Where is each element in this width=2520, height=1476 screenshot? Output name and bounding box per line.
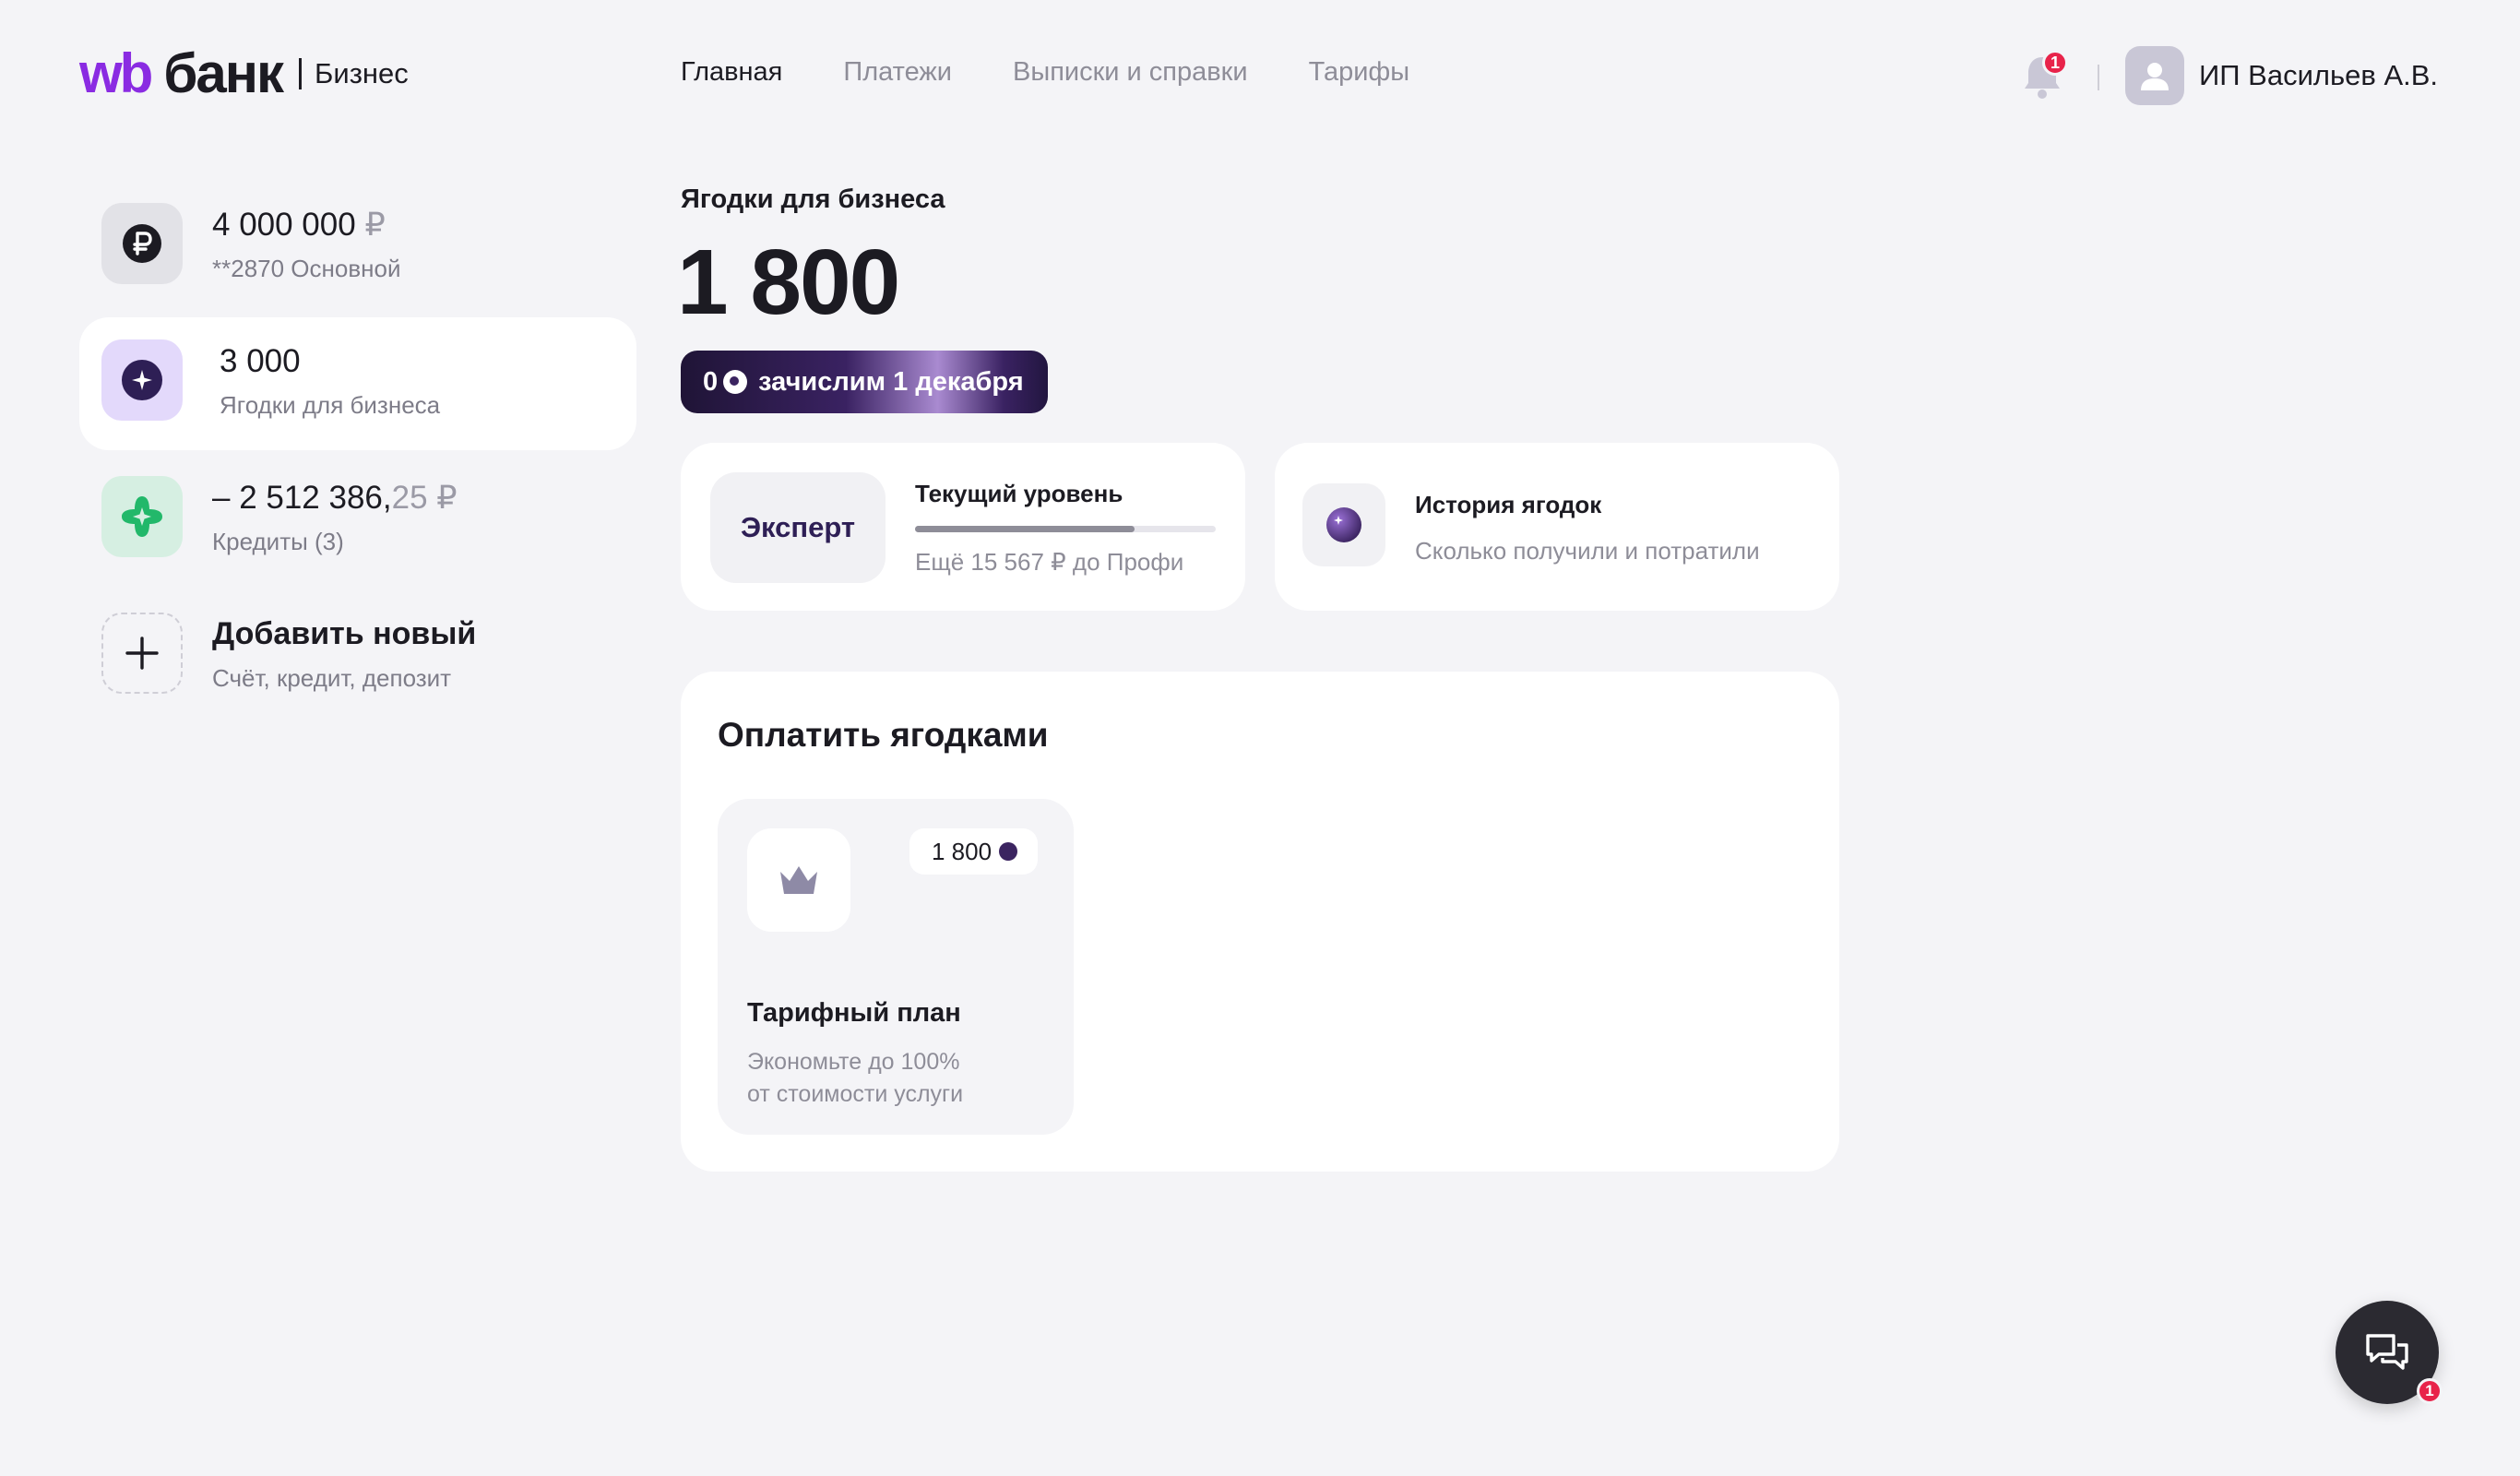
header-divider	[2098, 65, 2099, 90]
level-title: Текущий уровень	[915, 480, 1123, 507]
tile-price: 1 800	[909, 828, 1039, 875]
account-subtitle: Кредиты (3)	[212, 528, 344, 555]
user-icon	[2141, 63, 2169, 90]
avatar[interactable]	[2125, 46, 2184, 105]
logo-divider	[299, 58, 303, 89]
account-amount: – 2 512 386,25 ₽	[212, 480, 458, 516]
chat-badge: 1	[2417, 1378, 2443, 1404]
logo-business-label: Бизнес	[315, 57, 409, 89]
pay-with-berries-card: Оплатить ягодками 1 800 Тарифный план Эк…	[681, 672, 1839, 1172]
section-label: Ягодки для бизнеса	[681, 184, 945, 214]
level-card[interactable]: Эксперт Текущий уровень Ещё 15 567 ₽ до …	[681, 443, 1245, 611]
tile-title: Тарифный план	[747, 998, 961, 1028]
chat-icon	[2366, 1334, 2408, 1370]
tile-subtitle: Экономьте до 100% от стоимости услуги	[747, 1049, 964, 1107]
add-new-account[interactable]: Добавить новый Счёт, кредит, депозит	[79, 590, 636, 723]
berry-icon	[723, 370, 748, 394]
berry-icon	[101, 339, 183, 421]
credit-icon	[101, 476, 183, 557]
berry-icon	[999, 842, 1018, 861]
account-berries[interactable]: 3 000 Ягодки для бизнеса	[79, 317, 636, 450]
nav-item-tariffs[interactable]: Тарифы	[1309, 57, 1410, 88]
account-subtitle: **2870 Основной	[212, 255, 401, 282]
berry-icon	[1302, 483, 1385, 566]
crown-icon	[747, 828, 850, 932]
pay-title: Оплатить ягодками	[718, 716, 1049, 754]
plus-icon	[101, 613, 183, 694]
berry-balance: 1 800	[677, 231, 900, 334]
nav-item-statements[interactable]: Выписки и справки	[1013, 57, 1248, 88]
tariff-plan-tile[interactable]: 1 800 Тарифный план Экономьте до 100% от…	[718, 799, 1074, 1135]
logo-wb: wb	[79, 42, 153, 104]
account-amount: 3 000	[220, 343, 301, 379]
logo-bank: банк	[163, 42, 284, 104]
history-subtitle: Сколько получили и потратили	[1415, 537, 1760, 565]
accrual-text: зачислим 1 декабря	[758, 366, 1024, 397]
level-subtitle: Ещё 15 567 ₽ до Профи	[915, 548, 1184, 576]
level-progress-bar	[915, 526, 1216, 532]
accrual-banner: 0 зачислим 1 декабря	[681, 351, 1048, 413]
main-nav: Главная Платежи Выписки и справки Тарифы	[681, 57, 1409, 88]
page: wb банк Бизнес Главная Платежи Выписки и…	[0, 0, 2520, 1476]
account-amount: 4 000 000 ₽	[212, 207, 386, 243]
level-progress-fill	[915, 526, 1135, 532]
account-main[interactable]: 4 000 000 ₽ **2870 Основной	[79, 181, 636, 314]
add-new-subtitle: Счёт, кредит, депозит	[212, 664, 452, 692]
history-card[interactable]: История ягодок Сколько получили и потрат…	[1275, 443, 1839, 611]
notification-badge: 1	[2042, 50, 2068, 76]
account-subtitle: Ягодки для бизнеса	[220, 391, 441, 419]
nav-item-payments[interactable]: Платежи	[843, 57, 952, 88]
accrual-amount: 0	[703, 366, 719, 397]
account-credits[interactable]: – 2 512 386,25 ₽ Кредиты (3)	[79, 454, 636, 587]
add-new-title: Добавить новый	[212, 616, 477, 651]
nav-item-home[interactable]: Главная	[681, 57, 782, 88]
logo[interactable]: wb банк Бизнес	[79, 46, 409, 101]
level-badge: Эксперт	[710, 472, 886, 583]
user-name[interactable]: ИП Васильев А.В.	[2199, 59, 2438, 92]
history-title: История ягодок	[1415, 491, 1602, 518]
ruble-icon	[101, 203, 183, 284]
